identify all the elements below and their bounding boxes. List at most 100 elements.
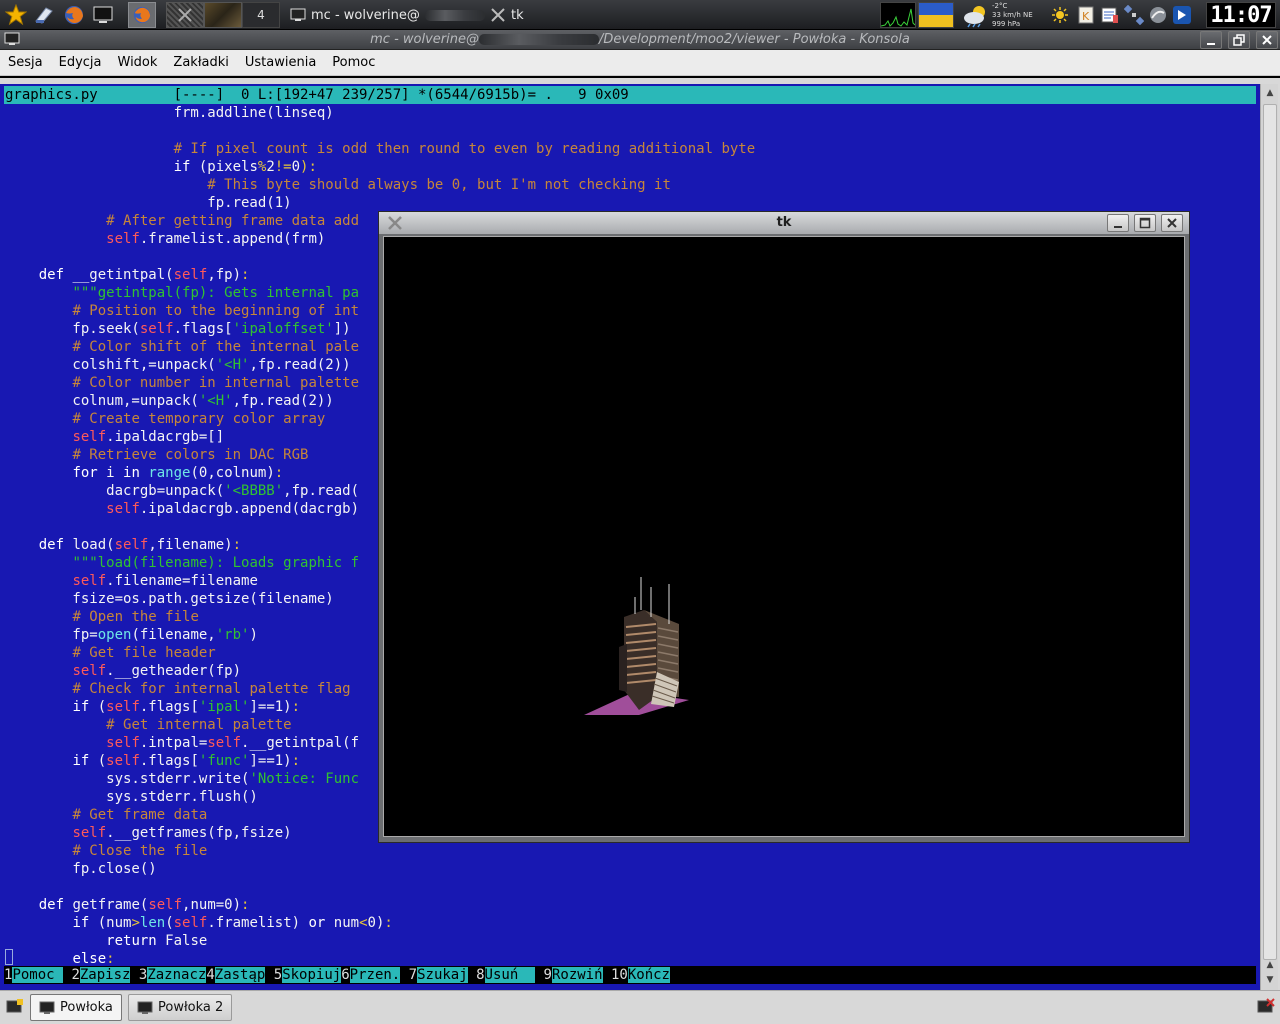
firefox-icon[interactable]: [60, 2, 88, 28]
menu-widok[interactable]: Widok: [110, 55, 166, 70]
scroll-up-icon[interactable]: ▲: [1262, 958, 1278, 972]
flag-widget[interactable]: [918, 2, 954, 28]
close-icon: [1167, 218, 1177, 228]
redacted-hostname: [479, 34, 599, 45]
menu-zakladki[interactable]: Zakładki: [165, 55, 236, 70]
close-session-button[interactable]: [1256, 997, 1276, 1017]
code-token: .ipaldacrgb=[]: [106, 429, 225, 445]
pager-desktop-2[interactable]: [166, 2, 204, 28]
network-icon[interactable]: [1148, 5, 1168, 25]
menu-sesja[interactable]: Sesja: [0, 55, 51, 70]
scroll-up-icon[interactable]: ▲: [1262, 86, 1278, 100]
minimize-button[interactable]: [1200, 31, 1222, 49]
kde-update-icon[interactable]: [1172, 5, 1192, 25]
tk-titlebar[interactable]: tk: [379, 212, 1189, 234]
code-token: '<BBBB': [224, 483, 284, 499]
code-token: .flags[: [139, 699, 199, 715]
tk-minimize-button[interactable]: [1107, 214, 1129, 232]
taskbar-tk[interactable]: tk: [490, 3, 524, 27]
fkey-number: 9: [535, 967, 552, 983]
terminal-icon: [39, 1001, 55, 1014]
code-token: self: [72, 663, 107, 679]
tab-powloka[interactable]: Powłoka: [30, 994, 122, 1021]
code-token: 'Notice: Func: [249, 771, 360, 787]
fkey-button[interactable]: Zaznacz: [147, 967, 207, 983]
notes-icon[interactable]: [1100, 5, 1120, 25]
code-token: self: [106, 753, 140, 769]
code-token: colnum,=unpack(: [5, 393, 199, 409]
weather-widget[interactable]: -2°C 33 km/h NE 999 hPa: [960, 1, 1046, 29]
code-token: # This byte should always be 0, but I'm …: [207, 177, 671, 193]
new-session-button[interactable]: [4, 997, 26, 1017]
satellite-icon[interactable]: [1124, 5, 1144, 25]
code-token: i: [97, 465, 124, 481]
fkey-button[interactable]: Rozwiń: [551, 967, 603, 983]
desktop-show-icon[interactable]: [31, 2, 59, 28]
code-token: fp.read(1): [5, 195, 292, 211]
pager-desktop-3[interactable]: [204, 2, 242, 28]
terminal-scrollbar[interactable]: ▲ ▲ ▼: [1260, 84, 1278, 990]
code-token: if: [72, 915, 90, 931]
menu-ustawienia[interactable]: Ustawienia: [237, 55, 324, 70]
cpu-graph[interactable]: [880, 2, 916, 28]
code-token: .__getframes(fp,fsize): [106, 825, 292, 841]
tk-window[interactable]: tk: [378, 211, 1190, 843]
pager-desktop-1-firefox-icon[interactable]: [128, 2, 156, 28]
fkey-button[interactable]: Zapisz: [79, 967, 131, 983]
close-button[interactable]: [1256, 31, 1278, 49]
tab-powloka-2[interactable]: Powłoka 2: [128, 994, 233, 1021]
fkey-button[interactable]: Kończ: [627, 967, 670, 983]
code-token: ,fp): [207, 267, 242, 283]
taskbar-konsole[interactable]: mc - wolverine@: [290, 3, 485, 27]
code-token: # Color number in internal palette: [72, 375, 360, 391]
code-token: self: [72, 825, 107, 841]
code-token: self: [139, 321, 174, 337]
tk-canvas[interactable]: [383, 236, 1185, 837]
kmenu-star-icon[interactable]: [2, 2, 30, 28]
code-token: fp.close(): [5, 861, 157, 877]
konsole-launcher-icon[interactable]: [89, 2, 117, 28]
fkey-number: 10: [602, 967, 628, 983]
taskbar-tk-label: tk: [511, 7, 524, 23]
pager-desktop-4[interactable]: 4: [242, 2, 280, 28]
terminal-icon: [137, 1001, 153, 1014]
code-token: 2: [266, 159, 275, 175]
fkey-button[interactable]: Szukaj: [417, 967, 468, 983]
fkey-button[interactable]: Przen.: [349, 967, 401, 983]
tk-close-button[interactable]: [1161, 214, 1183, 232]
fkey-button[interactable]: Skopiuj: [282, 967, 342, 983]
code-token: >: [131, 915, 140, 931]
klipper-icon[interactable]: K: [1076, 5, 1096, 25]
code-token: ,num=0): [182, 897, 242, 913]
code-token: :: [232, 537, 242, 553]
code-line: # Close the file: [5, 842, 1256, 860]
maximize-button[interactable]: [1228, 31, 1250, 49]
scroll-down-icon[interactable]: ▼: [1262, 973, 1278, 987]
code-token: # After getting frame data add: [106, 213, 360, 229]
sun-icon[interactable]: [1050, 5, 1070, 25]
code-token: # If pixel count is odd then round to ev…: [173, 141, 756, 157]
fkey-button[interactable]: Pomoc: [12, 967, 64, 983]
code-token: :: [106, 951, 115, 967]
menu-pomoc[interactable]: Pomoc: [324, 55, 383, 70]
code-token: self: [72, 429, 107, 445]
fkey-button[interactable]: Usuń: [484, 967, 536, 983]
scrollbar-handle[interactable]: [1263, 104, 1277, 960]
konsole-titlebar[interactable]: mc - wolverine@ /Development/moo2/viewer …: [0, 30, 1280, 50]
code-token: 'ipal': [198, 699, 250, 715]
fkey-button[interactable]: Zastąp: [214, 967, 266, 983]
menu-edycja[interactable]: Edycja: [51, 55, 110, 70]
clock[interactable]: 11:07: [1206, 2, 1276, 28]
tk-maximize-button[interactable]: [1134, 214, 1156, 232]
code-token: self: [114, 537, 149, 553]
code-token: __getintpal(: [64, 267, 174, 283]
code-token: """getintpal(fp): Gets internal pa: [72, 285, 360, 301]
